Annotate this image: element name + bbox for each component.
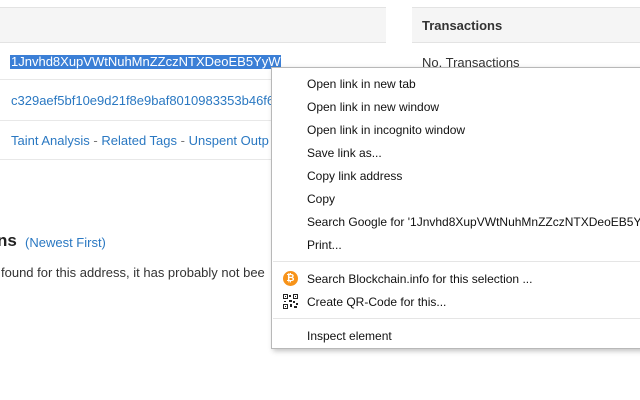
menu-copy-link-address[interactable]: Copy link address <box>307 169 402 183</box>
bitcoin-icon: ₿ <box>283 271 298 286</box>
link-separator: - <box>93 133 98 148</box>
menu-inspect-element[interactable]: Inspect element <box>307 329 392 343</box>
qr-code-icon <box>283 294 298 309</box>
menu-copy[interactable]: Copy <box>307 192 335 206</box>
menu-separator <box>273 318 640 319</box>
menu-create-qr-code[interactable]: Create QR-Code for this... <box>307 295 446 309</box>
address-panel-header <box>0 7 386 43</box>
menu-open-new-window[interactable]: Open link in new window <box>307 100 439 114</box>
transactions-header: Transactions <box>412 7 640 43</box>
analysis-links: Taint Analysis - Related Tags - Unspent … <box>11 133 269 148</box>
menu-search-blockchain[interactable]: Search Blockchain.info for this selectio… <box>307 272 532 286</box>
menu-search-google[interactable]: Search Google for '1Jnvhd8XupVWtNuhMnZZc… <box>307 215 640 229</box>
transactions-heading: ns <box>0 231 17 250</box>
unspent-outputs-link[interactable]: Unspent Outp <box>189 133 269 148</box>
related-tags-link[interactable]: Related Tags <box>101 133 177 148</box>
address-link-selected[interactable]: 1Jnvhd8XupVWtNuhMnZZczNTXDeoEB5YyW <box>10 55 282 69</box>
link-separator: - <box>180 133 185 148</box>
context-menu: Open link in new tab Open link in new wi… <box>271 67 640 349</box>
menu-open-new-tab[interactable]: Open link in new tab <box>307 77 416 91</box>
hash160-link[interactable]: c329aef5bf10e9d21f8e9baf8010983353b46f6c <box>11 93 281 108</box>
menu-separator <box>273 261 640 262</box>
menu-print[interactable]: Print... <box>307 238 342 252</box>
taint-analysis-link[interactable]: Taint Analysis <box>11 133 90 148</box>
newest-first-link[interactable]: (Newest First) <box>25 235 106 250</box>
menu-save-link-as[interactable]: Save link as... <box>307 146 382 160</box>
menu-open-incognito[interactable]: Open link in incognito window <box>307 123 465 137</box>
no-transactions-notice: found for this address, it has probably … <box>1 265 265 280</box>
transactions-title: Transactions <box>422 18 503 33</box>
